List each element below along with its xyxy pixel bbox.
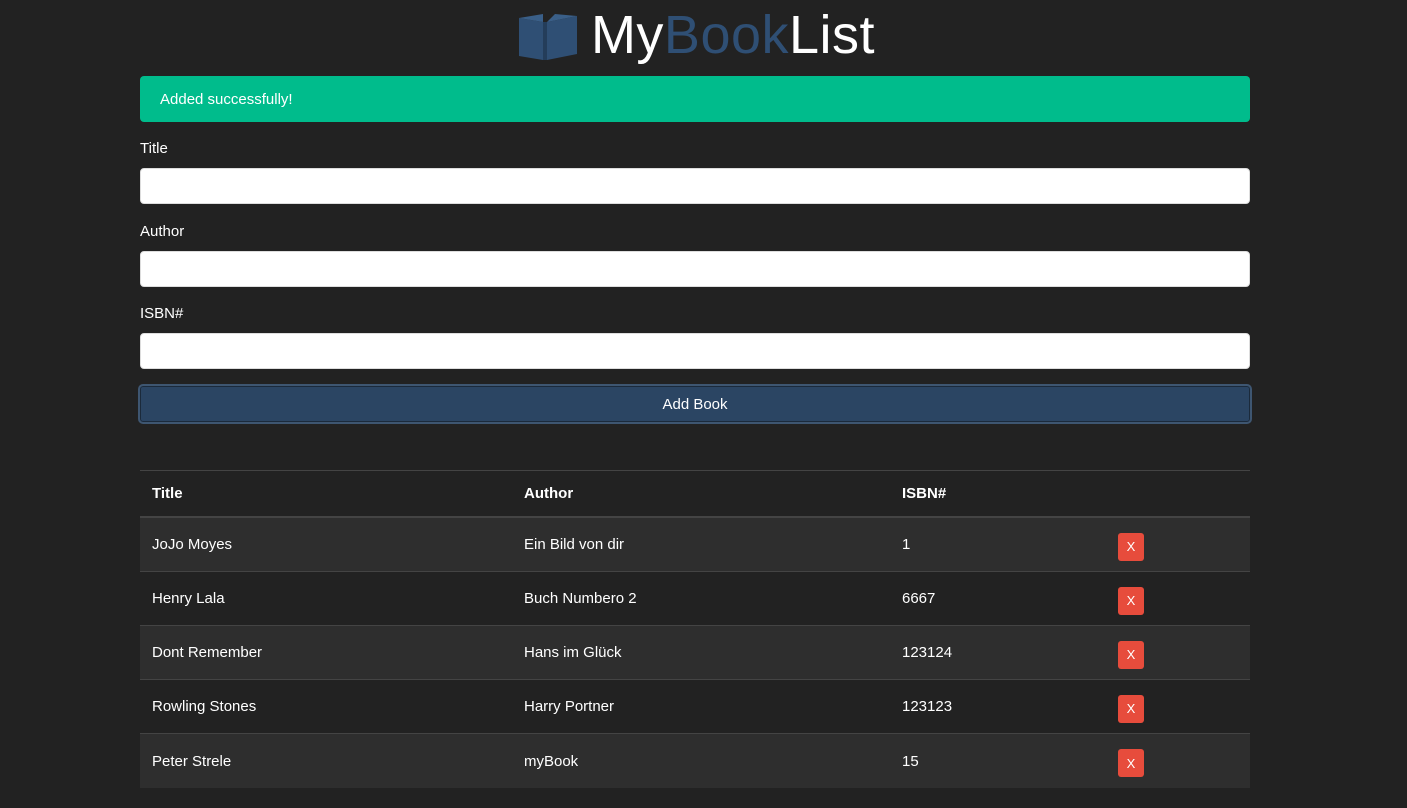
isbn-label: ISBN# — [140, 305, 184, 322]
delete-button[interactable]: X — [1118, 640, 1144, 669]
cell-actions: X — [1106, 529, 1250, 561]
column-header-isbn: ISBN# — [902, 485, 947, 502]
table-row: Dont Remember Hans im Glück 123124 X — [140, 626, 1250, 680]
table-row: JoJo Moyes Ein Bild von dir 1 X — [140, 518, 1250, 572]
cell-isbn: 6667 — [902, 590, 936, 607]
cell-author: Hans im Glück — [524, 644, 622, 661]
cell-title: Peter Strele — [152, 752, 232, 770]
cell-title: Dont Remember — [152, 644, 263, 661]
title-input[interactable] — [140, 168, 1250, 204]
cell-isbn: 15 — [902, 752, 919, 770]
add-book-button[interactable]: Add Book — [138, 384, 1252, 424]
cell-actions: X — [1106, 583, 1250, 615]
delete-button[interactable]: X — [1118, 586, 1144, 615]
page-header: MyBookList — [140, 0, 1250, 70]
app-title-part-book: Book — [663, 5, 790, 65]
cell-isbn: 123124 — [902, 644, 953, 661]
delete-button[interactable]: X — [1118, 749, 1144, 777]
cell-title: Rowling Stones — [152, 698, 257, 715]
table-row: Peter Strele myBook 15 X — [140, 734, 1250, 788]
cell-isbn: 123123 — [902, 698, 953, 715]
table-row: Henry Lala Buch Numbero 2 6667 X — [140, 572, 1250, 626]
alert-message: Added successfully! — [160, 90, 293, 108]
cell-title: Henry Lala — [152, 590, 225, 607]
open-book-icon — [518, 14, 577, 60]
cell-title: JoJo Moyes — [152, 536, 233, 553]
title-label: Title — [140, 140, 168, 157]
success-alert: Added successfully! — [140, 76, 1250, 122]
table-row: Rowling Stones Harry Portner 123123 X — [140, 680, 1250, 734]
isbn-input[interactable] — [140, 333, 1250, 369]
column-header-title: Title — [152, 485, 183, 502]
table-header: Title Author ISBN# — [140, 470, 1250, 518]
delete-button[interactable]: X — [1118, 694, 1144, 723]
cell-actions: X — [1106, 745, 1250, 777]
cell-author: Harry Portner — [524, 698, 615, 715]
author-input[interactable] — [140, 251, 1250, 287]
cell-author: Buch Numbero 2 — [524, 590, 637, 607]
cell-isbn: 1 — [902, 536, 911, 553]
author-label: Author — [140, 223, 185, 240]
column-header-author: Author — [524, 485, 574, 502]
book-table: Title Author ISBN# JoJo Moyes Ein Bild v… — [140, 470, 1250, 788]
app-title: MyBookList — [591, 0, 875, 70]
cell-actions: X — [1106, 691, 1250, 723]
app-title-part-my: My — [590, 5, 664, 65]
cell-actions: X — [1106, 637, 1250, 669]
delete-button[interactable]: X — [1118, 532, 1144, 561]
cell-author: myBook — [524, 752, 579, 770]
cell-author: Ein Bild von dir — [524, 536, 625, 553]
app-title-part-list: List — [789, 5, 876, 65]
